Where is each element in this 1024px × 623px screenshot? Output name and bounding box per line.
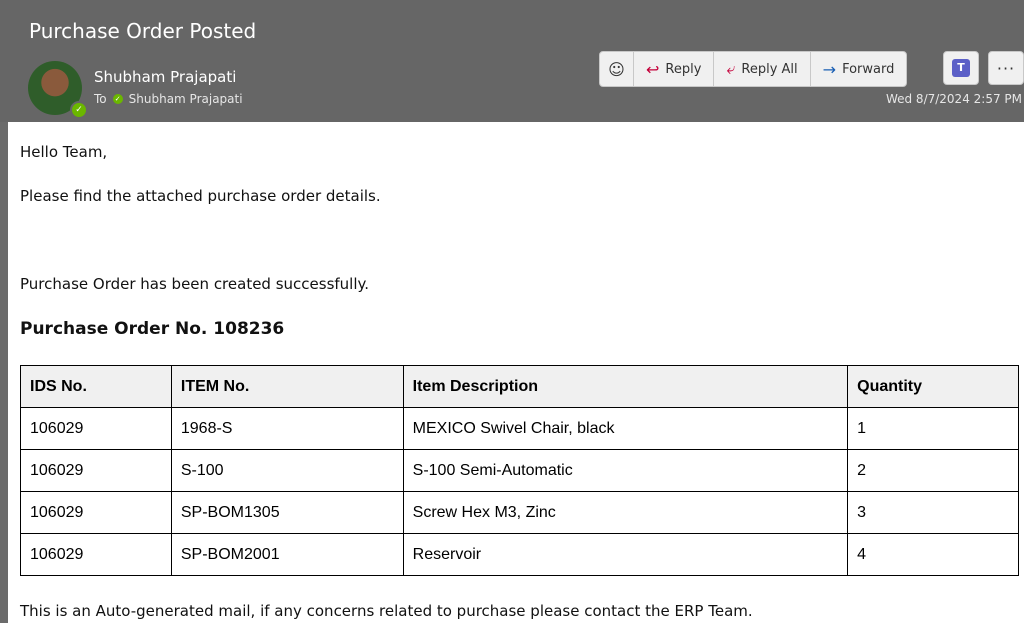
- table-row: 106029 SP-BOM1305 Screw Hex M3, Zinc 3: [20, 491, 1019, 534]
- teams-button[interactable]: T: [943, 51, 979, 85]
- cell-item-no: S-100: [170, 449, 404, 492]
- message-body: Hello Team, Please find the attached pur…: [8, 122, 1024, 623]
- cell-item-no: 1968-S: [170, 407, 404, 450]
- email-header: Purchase Order Posted ✓ Shubham Prajapat…: [0, 0, 1024, 122]
- body-line-created: Purchase Order has been created successf…: [20, 275, 370, 293]
- cell-item-description: MEXICO Swivel Chair, black: [402, 407, 849, 450]
- cell-quantity: 4: [847, 533, 1019, 576]
- recipient-presence-icon: ✓: [112, 94, 123, 104]
- cell-item-description: S-100 Semi-Automatic: [402, 449, 849, 492]
- cell-quantity: 3: [847, 491, 1019, 534]
- emoji-icon: ☺: [608, 59, 625, 79]
- cell-item-description: Screw Hex M3, Zinc: [402, 491, 849, 534]
- reply-label: Reply: [665, 61, 702, 77]
- to-label: To: [94, 92, 107, 106]
- greeting: Hello Team,: [20, 143, 108, 161]
- cell-ids-no: 106029: [20, 449, 172, 492]
- cell-quantity: 1: [847, 407, 1019, 450]
- recipient-row: To ✓ Shubham Prajapati: [94, 92, 243, 106]
- header-item-no: ITEM No.: [170, 365, 404, 408]
- forward-icon: →: [822, 59, 837, 79]
- react-button[interactable]: ☺: [600, 52, 634, 86]
- cell-item-no: SP-BOM1305: [170, 491, 404, 534]
- cell-quantity: 2: [847, 449, 1019, 492]
- table-row: 106029 1968-S MEXICO Swivel Chair, black…: [20, 407, 1019, 450]
- body-line-attached: Please find the attached purchase order …: [20, 187, 381, 205]
- teams-icon: T: [952, 59, 970, 77]
- po-number-heading: Purchase Order No. 108236: [20, 319, 285, 339]
- header-quantity: Quantity: [847, 365, 1019, 408]
- reply-all-icon: ⤶: [726, 59, 736, 78]
- more-actions-button[interactable]: ···: [988, 51, 1024, 85]
- message-actions: ☺ ↩ Reply ⤶ Reply All → Forward: [599, 51, 908, 87]
- table-header-row: IDS No. ITEM No. Item Description Quanti…: [20, 365, 1019, 408]
- header-ids-no: IDS No.: [20, 365, 172, 408]
- purchase-order-table: IDS No. ITEM No. Item Description Quanti…: [20, 365, 1019, 576]
- forward-button[interactable]: → Forward: [811, 52, 907, 86]
- cell-item-no: SP-BOM2001: [170, 533, 404, 576]
- email-subject: Purchase Order Posted: [29, 19, 257, 43]
- sender-name[interactable]: Shubham Prajapati: [94, 68, 236, 86]
- presence-available-icon: ✓: [70, 101, 88, 119]
- recipient-name[interactable]: Shubham Prajapati: [129, 92, 243, 106]
- sent-datetime: Wed 8/7/2024 2:57 PM: [885, 92, 1022, 106]
- cell-ids-no: 106029: [20, 533, 172, 576]
- reply-all-label: Reply All: [741, 61, 798, 77]
- reply-button[interactable]: ↩ Reply: [634, 52, 715, 86]
- reply-icon: ↩: [646, 59, 660, 79]
- table-row: 106029 SP-BOM2001 Reservoir 4: [20, 533, 1019, 576]
- cell-ids-no: 106029: [20, 407, 172, 450]
- footer-note: This is an Auto-generated mail, if any c…: [20, 602, 753, 620]
- cell-item-description: Reservoir: [402, 533, 849, 576]
- forward-label: Forward: [842, 61, 895, 77]
- table-row: 106029 S-100 S-100 Semi-Automatic 2: [20, 449, 1019, 492]
- header-item-description: Item Description: [402, 365, 849, 408]
- reply-all-button[interactable]: ⤶ Reply All: [714, 52, 811, 86]
- cell-ids-no: 106029: [20, 491, 172, 534]
